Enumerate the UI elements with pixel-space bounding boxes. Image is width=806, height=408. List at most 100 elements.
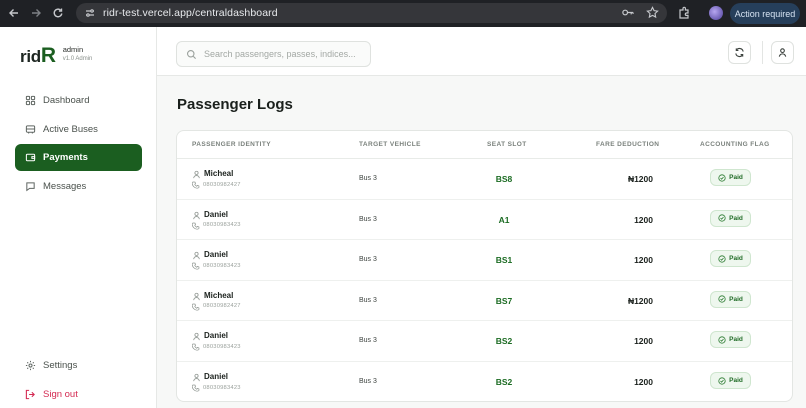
target-vehicle: Bus 3	[359, 296, 377, 304]
status-badge: Paid	[710, 250, 751, 268]
search-icon	[186, 49, 197, 60]
phone-icon	[192, 262, 200, 270]
passenger-name: Daniel	[204, 209, 229, 219]
action-required-button[interactable]: Action required	[730, 3, 800, 24]
target-vehicle: Bus 3	[359, 215, 377, 223]
address-bar[interactable]: ridr-test.vercel.app/centraldashboard	[76, 3, 667, 23]
person-icon	[192, 373, 201, 382]
app-logo[interactable]: ridR	[20, 43, 56, 70]
password-key-icon[interactable]	[621, 6, 634, 19]
gear-icon	[25, 360, 36, 371]
fare-deduction: ₦1200	[627, 295, 653, 306]
search-box[interactable]	[176, 41, 371, 67]
passenger-name: Micheal	[204, 290, 234, 300]
url-text: ridr-test.vercel.app/centraldashboard	[103, 7, 278, 19]
person-icon	[192, 332, 201, 341]
user-icon	[778, 48, 787, 57]
grid-icon	[25, 95, 36, 106]
app-topbar	[157, 27, 806, 76]
table-header: PASSENGER IDENTITY TARGET VEHICLE SEAT S…	[177, 131, 792, 159]
passenger-name: Daniel	[204, 331, 229, 341]
logout-icon	[25, 389, 36, 400]
passenger-phone: 08030983423	[203, 384, 241, 391]
sidebar-item-settings[interactable]: Settings	[15, 352, 142, 379]
passenger-logs-table: PASSENGER IDENTITY TARGET VEHICLE SEAT S…	[176, 130, 793, 402]
target-vehicle: Bus 3	[359, 337, 377, 345]
passenger-phone: 08030983423	[203, 343, 241, 350]
status-badge: Paid	[710, 290, 751, 308]
seat-slot: BS2	[495, 377, 513, 387]
check-circle-icon	[718, 214, 726, 222]
table-row[interactable]: Daniel 08030983423 Bus 3 BS1 1200 Paid	[177, 240, 792, 281]
site-settings-icon[interactable]	[84, 7, 96, 19]
check-circle-icon	[718, 336, 726, 344]
seat-slot: BS8	[495, 174, 513, 184]
phone-icon	[192, 222, 200, 230]
fare-deduction: 1200	[634, 336, 653, 347]
target-vehicle: Bus 3	[359, 175, 377, 182]
fare-deduction: 1200	[634, 214, 653, 225]
check-circle-icon	[718, 255, 726, 263]
bookmark-star-icon[interactable]	[646, 6, 659, 19]
search-input[interactable]	[204, 49, 364, 59]
target-vehicle: Bus 3	[359, 378, 377, 385]
fare-deduction: ₦1200	[627, 174, 653, 184]
header-passenger-identity: PASSENGER IDENTITY	[192, 141, 271, 148]
browser-profile-avatar[interactable]	[709, 6, 723, 20]
forward-icon[interactable]	[25, 2, 47, 24]
sidebar-item-payments[interactable]: Payments	[15, 144, 142, 171]
table-row[interactable]: Daniel 08030983423 Bus 3 A1 1200 Paid	[177, 200, 792, 241]
header-target-vehicle: TARGET VEHICLE	[359, 141, 421, 148]
passenger-phone: 08030982427	[203, 303, 241, 310]
reload-icon[interactable]	[47, 2, 69, 24]
header-seat-slot: SEAT SLOT	[487, 141, 527, 148]
seat-slot: BS1	[495, 255, 513, 266]
phone-icon	[192, 384, 200, 392]
person-icon	[192, 251, 201, 260]
wallet-icon	[25, 152, 36, 163]
person-icon	[192, 292, 201, 301]
check-circle-icon	[718, 376, 726, 385]
sidebar: ridR admin v1.0 Admin Dashboard Active B…	[0, 27, 157, 408]
person-icon	[192, 170, 201, 179]
browser-toolbar: ridr-test.vercel.app/centraldashboard Ac…	[0, 0, 806, 27]
admin-username: admin	[62, 45, 84, 54]
table-row[interactable]: Daniel 08030983423 Bus 3 BS2 1200 Paid	[177, 362, 792, 401]
page-title: Passenger Logs	[177, 96, 293, 113]
table-row[interactable]: Daniel 08030983423 Bus 3 BS2 1200 Paid	[177, 321, 792, 362]
header-fare-deduction: FARE DEDUCTION	[596, 141, 660, 148]
extensions-icon[interactable]	[677, 6, 691, 20]
phone-icon	[192, 181, 200, 189]
target-vehicle: Bus 3	[359, 256, 377, 264]
header-accounting-flag: ACCOUNTING FLAG	[700, 141, 770, 148]
phone-icon	[192, 343, 200, 351]
app-version: v1.0 Admin	[62, 56, 93, 62]
back-icon[interactable]	[3, 2, 25, 24]
passenger-phone: 08030983423	[203, 222, 241, 229]
table-row[interactable]: Micheal 08030982427 Bus 3 BS8 ₦1200 Paid	[177, 159, 792, 200]
message-icon	[25, 181, 36, 192]
status-badge: Paid	[710, 169, 751, 186]
sidebar-item-dashboard[interactable]: Dashboard	[15, 87, 142, 114]
profile-button[interactable]	[771, 41, 794, 64]
passenger-phone: 08030983423	[203, 262, 241, 269]
fare-deduction: 1200	[634, 377, 653, 387]
topbar-divider	[762, 41, 763, 64]
passenger-name: Daniel	[204, 372, 229, 381]
passenger-name: Micheal	[204, 169, 234, 178]
passenger-phone: 08030982427	[203, 181, 241, 188]
refresh-icon	[735, 48, 744, 57]
bus-icon	[25, 124, 36, 135]
sidebar-item-sign-out[interactable]: Sign out	[15, 381, 142, 408]
sidebar-item-messages[interactable]: Messages	[15, 173, 142, 200]
status-badge: Paid	[710, 209, 751, 227]
table-row[interactable]: Micheal 08030982427 Bus 3 BS7 ₦1200 Paid	[177, 281, 792, 322]
seat-slot: A1	[498, 214, 510, 225]
person-icon	[192, 211, 201, 220]
sidebar-item-active-buses[interactable]: Active Buses	[15, 116, 142, 143]
seat-slot: BS7	[495, 295, 513, 306]
refresh-button[interactable]	[728, 41, 751, 64]
passenger-name: Daniel	[204, 250, 229, 260]
phone-icon	[192, 303, 200, 311]
status-badge: Paid	[710, 331, 751, 349]
